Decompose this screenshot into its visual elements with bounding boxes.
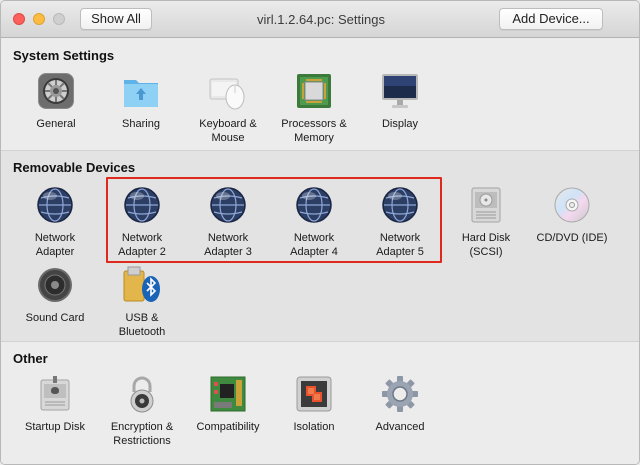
close-window-button[interactable] (13, 13, 25, 25)
settings-window: Show All virl.1.2.64.pc: Settings Add De… (0, 0, 640, 465)
other-section: Other Startup Disk Encryption & Restrict… (1, 342, 639, 464)
padlock-icon (122, 374, 162, 414)
section-title-removable: Removable Devices (13, 160, 136, 175)
zoom-window-button[interactable] (53, 13, 65, 25)
encryption-restrictions-label: Encryption & Restrictions (110, 421, 174, 447)
processor-memory-icon (294, 71, 334, 111)
minimize-window-button[interactable] (33, 13, 45, 25)
startup-disk-icon (35, 374, 75, 414)
motherboard-icon (208, 374, 248, 414)
window-title: virl.1.2.64.pc: Settings (257, 12, 385, 27)
network-adapter-label: Network Adapter (34, 232, 76, 258)
isolation-label: Isolation (293, 421, 335, 433)
display-icon (380, 71, 420, 111)
sharing-folder-icon (121, 71, 161, 111)
show-all-button[interactable]: Show All (80, 8, 152, 30)
system-settings-section: System Settings General Sharing Keyboard… (1, 39, 639, 151)
sharing-label: Sharing (122, 118, 160, 130)
startup-disk-label: Startup Disk (25, 421, 85, 433)
section-title-system: System Settings (13, 48, 115, 63)
gear-icon (380, 374, 420, 414)
isolation-icon (294, 374, 334, 414)
sound-card-label: Sound Card (25, 312, 85, 324)
display-label: Display (381, 118, 419, 130)
cd-dvd-icon (552, 185, 592, 225)
advanced-label: Advanced (375, 421, 425, 433)
compatibility-label: Compatibility (196, 421, 260, 433)
processors-memory-label: Processors & Memory (281, 118, 347, 144)
section-title-other: Other (13, 351, 48, 366)
general-icon (36, 71, 76, 111)
title-bar: Show All virl.1.2.64.pc: Settings Add De… (1, 1, 639, 38)
usb-bluetooth-label: USB & Bluetooth (118, 312, 166, 338)
speaker-icon (35, 265, 75, 305)
network-adapters-highlight (106, 177, 442, 263)
cd-dvd-ide-label: CD/DVD (IDE) (536, 232, 608, 244)
usb-bluetooth-icon (122, 265, 162, 305)
keyboard-mouse-label: Keyboard & Mouse (199, 118, 257, 144)
add-device-button[interactable]: Add Device... (499, 8, 603, 30)
hard-disk-icon (466, 185, 506, 225)
network-globe-icon (35, 185, 75, 225)
hard-disk-scsi-label: Hard Disk (SCSI) (461, 232, 511, 258)
general-label: General (36, 118, 76, 130)
keyboard-mouse-icon (208, 71, 248, 111)
